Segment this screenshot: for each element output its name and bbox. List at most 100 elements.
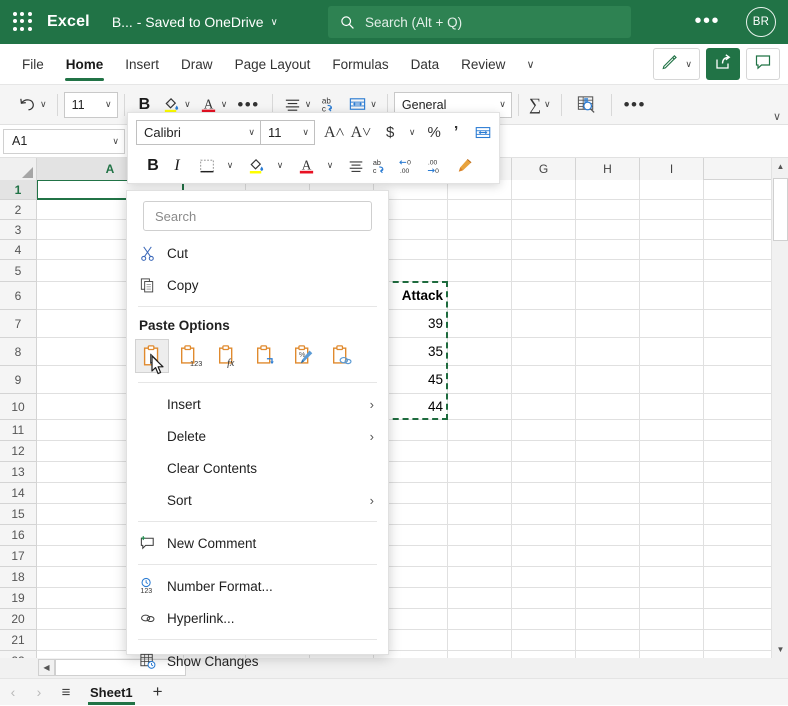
mini-bold-button[interactable]: B xyxy=(141,153,165,179)
row-header-3[interactable]: 3 xyxy=(0,220,37,240)
paste-transpose-button[interactable] xyxy=(249,339,283,373)
context-menu-item-show-changes[interactable]: Show Changes xyxy=(127,645,388,677)
context-menu-item-insert[interactable]: Insert › xyxy=(127,388,388,420)
tab-data[interactable]: Data xyxy=(400,44,451,85)
font-color-chevron-down-icon[interactable]: ∨ xyxy=(319,153,341,179)
format-painter-button[interactable] xyxy=(452,153,477,179)
accounting-format-button[interactable]: $ xyxy=(379,120,401,146)
ribbon-more-options[interactable]: ••• xyxy=(618,95,652,115)
row-header-13[interactable]: 13 xyxy=(0,462,37,483)
fill-color-chevron-down-icon[interactable]: ∨ xyxy=(269,153,291,179)
tab-draw[interactable]: Draw xyxy=(170,44,224,85)
app-launcher-icon[interactable] xyxy=(13,12,33,32)
mini-wrap-text-button[interactable]: abc xyxy=(368,153,394,179)
context-menu-item-clear-contents[interactable]: Clear Contents xyxy=(127,452,388,484)
tab-page-layout[interactable]: Page Layout xyxy=(224,44,322,85)
column-header-h[interactable]: H xyxy=(576,158,640,180)
row-header-21[interactable]: 21 xyxy=(0,630,37,651)
row-header-15[interactable]: 15 xyxy=(0,504,37,525)
row-header-16[interactable]: 16 xyxy=(0,525,37,546)
context-menu-item-new-comment[interactable]: New Comment xyxy=(127,527,388,559)
scroll-up-arrow-icon[interactable]: ▲ xyxy=(772,158,788,175)
row-header-6[interactable]: 6 xyxy=(0,282,37,310)
context-menu-item-copy[interactable]: Copy xyxy=(127,269,388,301)
shrink-font-button[interactable]: A˅ xyxy=(348,120,375,146)
accounting-chevron-down-icon[interactable]: ∨ xyxy=(401,120,423,146)
percent-format-button[interactable]: % xyxy=(423,120,445,146)
column-header-g[interactable]: G xyxy=(512,158,576,180)
row-header-19[interactable]: 19 xyxy=(0,588,37,609)
document-title[interactable]: B... - Saved to OneDrive ∨ xyxy=(112,14,278,30)
vertical-scrollbar-thumb[interactable] xyxy=(773,178,788,241)
context-menu-item-cut[interactable]: Cut xyxy=(127,237,388,269)
borders-chevron-down-icon[interactable]: ∨ xyxy=(219,153,241,179)
row-header-5[interactable]: 5 xyxy=(0,260,37,282)
decrease-decimal-button[interactable]: 0.00 xyxy=(394,153,422,179)
undo-button[interactable]: ∨ xyxy=(14,91,51,119)
mini-font-color-button[interactable]: A xyxy=(294,153,319,179)
row-header-14[interactable]: 14 xyxy=(0,483,37,504)
comments-button[interactable] xyxy=(746,48,780,80)
tab-formulas[interactable]: Formulas xyxy=(321,44,399,85)
tab-file[interactable]: File xyxy=(11,44,55,85)
scroll-left-arrow-icon[interactable]: ◀ xyxy=(38,659,55,676)
mini-fill-color-button[interactable] xyxy=(244,153,269,179)
ribbon-font-size-selector[interactable]: 11 ∨ xyxy=(64,92,118,118)
row-header-7[interactable]: 7 xyxy=(0,310,37,338)
avatar[interactable]: BR xyxy=(746,7,776,37)
vertical-scrollbar[interactable]: ▲ ▼ xyxy=(771,158,788,658)
paste-link-button[interactable] xyxy=(325,339,359,373)
ribbon-collapse-chevron-icon[interactable]: ∨ xyxy=(773,110,781,123)
context-menu-search-input[interactable]: Search xyxy=(143,201,372,231)
context-menu-item-hyperlink[interactable]: Hyperlink... xyxy=(127,602,388,634)
row-header-12[interactable]: 12 xyxy=(0,441,37,462)
tab-insert[interactable]: Insert xyxy=(114,44,170,85)
row-header-20[interactable]: 20 xyxy=(0,609,37,630)
mini-merge-button[interactable] xyxy=(471,120,495,146)
topbar-more-options[interactable]: ••• xyxy=(694,11,720,31)
grow-font-button[interactable]: A˄ xyxy=(321,120,348,146)
row-header-8[interactable]: 8 xyxy=(0,338,37,366)
paste-formatting-button[interactable]: % xyxy=(287,339,321,373)
name-box[interactable]: A1 ∨ xyxy=(3,129,125,154)
tab-home[interactable]: Home xyxy=(55,44,115,85)
column-header-i[interactable]: I xyxy=(640,158,704,180)
row-header-4[interactable]: 4 xyxy=(0,240,37,260)
autosum-button[interactable]: ∑ ∨ xyxy=(525,91,555,119)
scroll-down-arrow-icon[interactable]: ▼ xyxy=(772,641,788,658)
borders-button[interactable] xyxy=(195,153,219,179)
tab-review[interactable]: Review xyxy=(450,44,516,85)
row-header-11[interactable]: 11 xyxy=(0,420,37,441)
font-name-selector[interactable]: Calibri ∨ xyxy=(136,120,261,145)
row-header-1[interactable]: 1 xyxy=(0,180,37,200)
row-header-18[interactable]: 18 xyxy=(0,567,37,588)
previous-sheet-arrow-icon[interactable]: ‹ xyxy=(0,684,26,700)
row-header-17[interactable]: 17 xyxy=(0,546,37,567)
row-header-10[interactable]: 10 xyxy=(0,394,37,420)
comma-format-button[interactable]: ’ xyxy=(445,120,467,146)
share-button[interactable] xyxy=(706,48,740,80)
horizontal-scrollbar[interactable]: ◀ xyxy=(0,658,788,678)
paste-formulas-button[interactable]: fx xyxy=(211,339,245,373)
next-sheet-arrow-icon[interactable]: › xyxy=(26,684,52,700)
context-menu-item-number-format[interactable]: 123 Number Format... xyxy=(127,570,388,602)
mini-italic-button[interactable]: I xyxy=(165,153,189,179)
sheet-tab-sheet1[interactable]: Sheet1 xyxy=(80,679,143,706)
add-sheet-button[interactable]: + xyxy=(143,682,173,702)
row-header-9[interactable]: 9 xyxy=(0,366,37,394)
analyze-data-button[interactable] xyxy=(568,91,605,119)
tabs-overflow-chevron-icon[interactable]: ∨ xyxy=(516,58,544,71)
font-size-selector[interactable]: 11 ∨ xyxy=(261,120,315,145)
select-all-corner[interactable] xyxy=(0,158,37,180)
context-menu-item-delete[interactable]: Delete › xyxy=(127,420,388,452)
paste-values-button[interactable]: 123 xyxy=(173,339,207,373)
context-menu-item-cut-label: Cut xyxy=(167,246,388,261)
increase-decimal-button[interactable]: .000 xyxy=(422,153,450,179)
editing-mode-button[interactable]: ∨ xyxy=(653,48,700,80)
all-sheets-menu-icon[interactable]: ≡ xyxy=(52,684,80,701)
context-menu-item-sort[interactable]: Sort › xyxy=(127,484,388,516)
mini-align-button[interactable] xyxy=(344,153,368,179)
paste-keep-source-formatting-button[interactable] xyxy=(135,339,169,373)
row-header-2[interactable]: 2 xyxy=(0,200,37,220)
search-box[interactable]: Search (Alt + Q) xyxy=(328,6,631,38)
